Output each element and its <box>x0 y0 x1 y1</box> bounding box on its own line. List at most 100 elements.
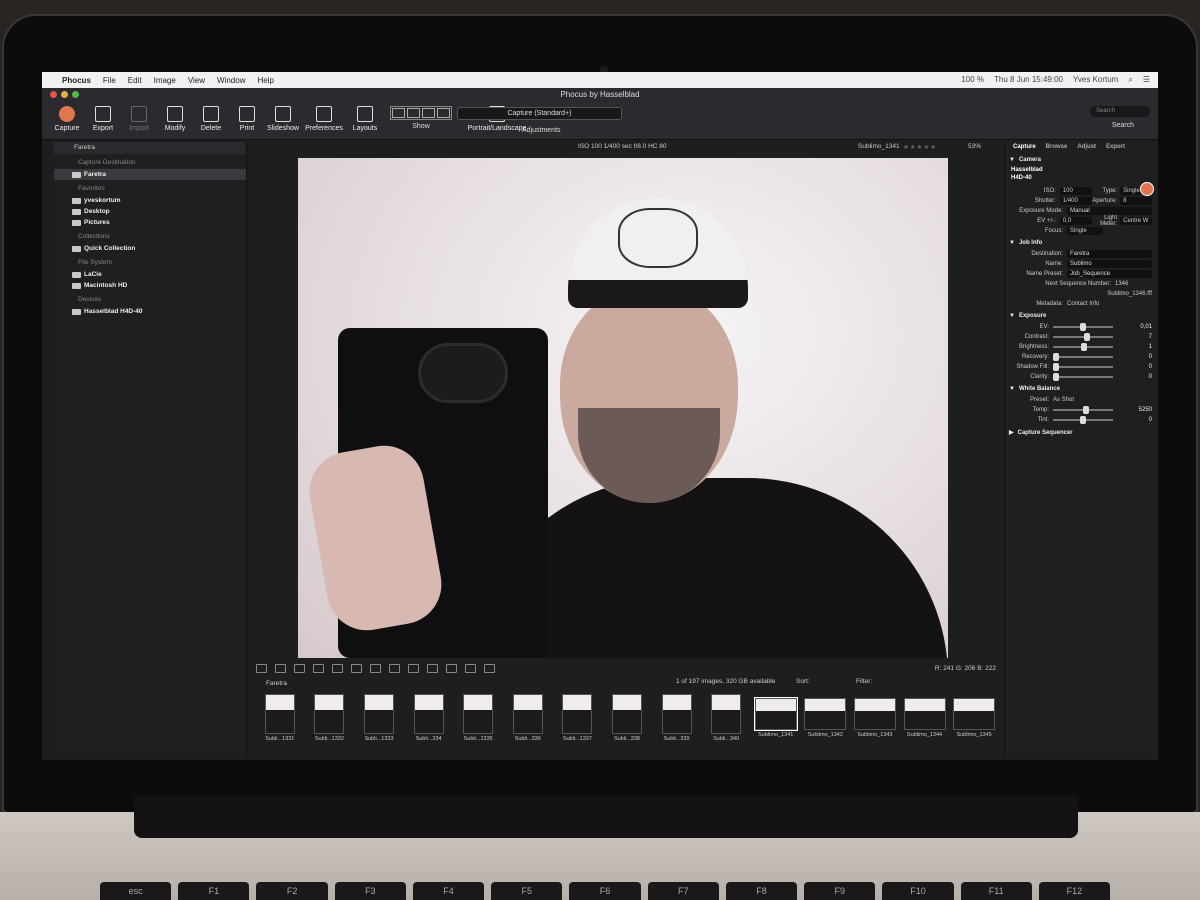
section-capture-sequencer[interactable]: ▶ Capture Sequencer <box>1005 425 1158 439</box>
thumbnail[interactable]: Subli...339 <box>655 694 699 748</box>
aperture-select[interactable]: 8 <box>1120 197 1153 205</box>
thumbnail[interactable]: Subli...336 <box>506 694 550 748</box>
thumbnail[interactable]: Sublimo_1344 <box>903 694 947 748</box>
wb-preset-select[interactable]: As Shot <box>1053 397 1074 403</box>
straighten-icon[interactable] <box>313 663 324 673</box>
thumbnail[interactable]: Subli...338 <box>605 694 649 748</box>
name-field[interactable]: Sublimo <box>1067 260 1152 268</box>
search-input[interactable]: Search <box>1090 106 1150 117</box>
slider-knob[interactable] <box>1053 363 1059 371</box>
crop-icon[interactable] <box>294 663 305 673</box>
battery-status[interactable]: 100 % <box>961 75 984 85</box>
ev-slider[interactable]: EV: 0,01 <box>1005 322 1158 332</box>
thumbnail[interactable]: Subli...340 <box>704 694 748 748</box>
compare-view-icon[interactable] <box>275 663 286 673</box>
key-f5[interactable]: F5 <box>491 882 563 900</box>
thumbnail[interactable]: Subli...1331 <box>258 694 302 748</box>
capture-button[interactable]: Capture <box>52 106 82 132</box>
delete-button[interactable]: Delete <box>196 106 226 132</box>
preferences-button[interactable]: Preferences <box>304 106 344 132</box>
modify-button[interactable]: Modify <box>160 106 190 132</box>
menu-window[interactable]: Window <box>217 76 245 85</box>
slider-knob[interactable] <box>1053 373 1059 381</box>
menu-help[interactable]: Help <box>257 76 273 85</box>
key-f9[interactable]: F9 <box>804 882 876 900</box>
thumbnail[interactable]: Subli...1333 <box>357 694 401 748</box>
filter-control[interactable]: Filter: <box>856 678 872 685</box>
main-photo[interactable] <box>298 158 948 658</box>
prev-image-icon[interactable] <box>446 663 457 673</box>
zoom-window-button[interactable] <box>72 91 79 98</box>
slideshow-button[interactable]: Slideshow <box>267 106 299 132</box>
notification-center-icon[interactable]: ☰ <box>1143 75 1150 85</box>
sort-control[interactable]: Sort: <box>796 678 810 685</box>
grid-icon[interactable] <box>427 663 438 673</box>
export-button[interactable]: Export <box>88 106 118 132</box>
section-job-info[interactable]: ▼ Job Info <box>1005 236 1158 249</box>
temp-slider[interactable]: Temp: 5250 <box>1005 405 1158 415</box>
pencil-icon[interactable] <box>332 663 343 673</box>
key-f7[interactable]: F7 <box>647 882 719 900</box>
tab-browse[interactable]: Browse <box>1046 144 1068 151</box>
tint-slider[interactable]: Tint: 0 <box>1005 415 1158 425</box>
menu-edit[interactable]: Edit <box>128 76 142 85</box>
thumbnail[interactable]: Subli...334 <box>407 694 451 748</box>
key-f8[interactable]: F8 <box>725 882 798 900</box>
menu-clock[interactable]: Thu 8 Jun 15:49:00 <box>994 75 1063 85</box>
brightness-slider[interactable]: Brightness: 1 <box>1005 342 1158 352</box>
tab-adjust[interactable]: Adjust <box>1077 144 1096 151</box>
thumbnail[interactable]: Sublimo_1345 <box>952 694 996 748</box>
folder-home[interactable]: yveskortum <box>54 195 246 206</box>
slider-knob[interactable] <box>1053 353 1059 361</box>
close-window-button[interactable] <box>50 91 57 98</box>
folder-popup[interactable]: Faretra <box>54 142 246 154</box>
key-f12[interactable]: F12 <box>1038 882 1111 900</box>
device-hasselblad[interactable]: Hasselblad H4D-40 <box>54 306 246 317</box>
clarity-slider[interactable]: Clarity: 0 <box>1005 372 1158 382</box>
folder-desktop[interactable]: Desktop <box>54 206 246 217</box>
tab-export[interactable]: Export <box>1106 144 1125 151</box>
key-esc[interactable]: esc <box>100 882 172 900</box>
light-meter-select[interactable]: Centre W <box>1120 217 1153 225</box>
thumbnail[interactable]: Sublimo_1342 <box>804 694 848 748</box>
rating-stars[interactable]: ★★★★★ <box>903 143 937 151</box>
hand-icon[interactable] <box>370 663 381 673</box>
menu-app-name[interactable]: Phocus <box>62 76 91 85</box>
loupe-icon[interactable] <box>351 663 362 673</box>
list-icon[interactable] <box>389 663 400 673</box>
key-f1[interactable]: F1 <box>178 882 250 900</box>
spotlight-icon[interactable]: ⌕ <box>1128 75 1132 85</box>
name-preset-select[interactable]: Job_Sequence <box>1067 270 1152 278</box>
metadata-select[interactable]: Contact Info <box>1067 301 1099 307</box>
slider-knob[interactable] <box>1080 323 1086 331</box>
thumbnail[interactable]: Subli...1335 <box>456 694 500 748</box>
menu-image[interactable]: Image <box>154 76 176 85</box>
drive-macintosh-hd[interactable]: Macintosh HD <box>54 280 246 291</box>
folder-pictures[interactable]: Pictures <box>54 217 246 228</box>
single-view-icon[interactable] <box>256 663 267 673</box>
key-f10[interactable]: F10 <box>882 882 954 900</box>
section-white-balance[interactable]: ▼ White Balance <box>1005 382 1158 395</box>
tab-capture[interactable]: Capture <box>1013 144 1036 151</box>
zoom-fit-icon[interactable] <box>408 663 419 673</box>
destination-select[interactable]: Faretra <box>1067 250 1152 258</box>
thumbnail[interactable]: Subli...1337 <box>556 694 600 748</box>
iso-select[interactable]: 100 <box>1059 187 1092 195</box>
menu-user[interactable]: Yves Kortum <box>1073 75 1118 85</box>
ev-comp-stepper[interactable]: 0,0 <box>1059 217 1092 225</box>
key-f6[interactable]: F6 <box>569 882 641 900</box>
key-f2[interactable]: F2 <box>256 882 328 900</box>
remote-capture-icon[interactable] <box>1140 182 1154 196</box>
key-f3[interactable]: F3 <box>334 882 406 900</box>
section-exposure[interactable]: ▼ Exposure <box>1005 309 1158 322</box>
folder-faretra[interactable]: Faretra <box>54 169 246 180</box>
key-f11[interactable]: F11 <box>960 882 1032 900</box>
focus-select[interactable]: Single <box>1067 227 1103 235</box>
menu-view[interactable]: View <box>188 76 205 85</box>
menu-file[interactable]: File <box>103 76 116 85</box>
adjustments-preset-select[interactable]: Capture (Standard+) <box>457 107 622 120</box>
drive-lacie[interactable]: LaCie <box>54 269 246 280</box>
exposure-mode-select[interactable]: Manual <box>1067 207 1152 215</box>
slider-knob[interactable] <box>1080 416 1086 424</box>
contrast-slider[interactable]: Contrast: 7 <box>1005 332 1158 342</box>
